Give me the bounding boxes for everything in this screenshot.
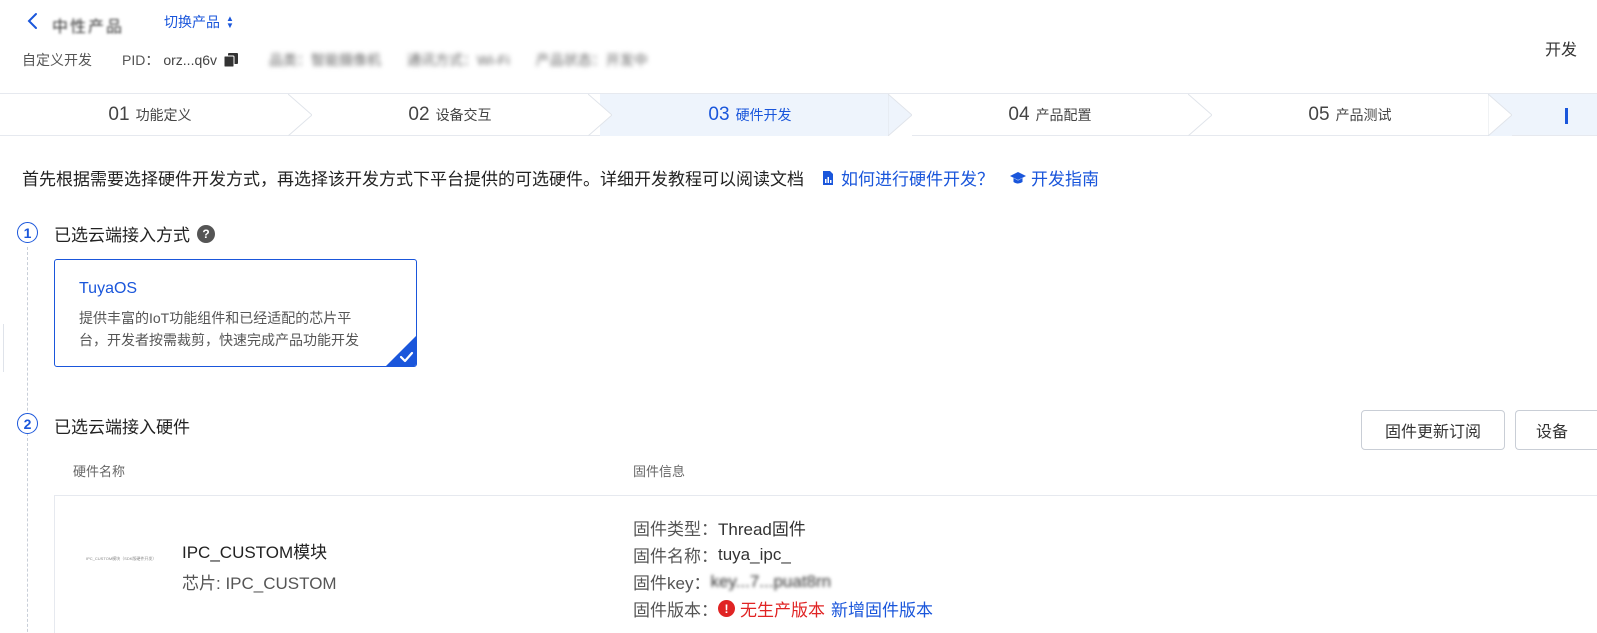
firmware-type-row: 固件类型： Thread固件 — [633, 515, 806, 540]
step-label: 设备交互 — [435, 107, 492, 123]
module-thumbnail: IPC_CUSTOM模块（SDK版硬件开发） — [86, 556, 157, 561]
step-label: 产品配置 — [1035, 107, 1092, 123]
no-production-version-text: 无生产版本 — [740, 601, 825, 620]
dev-guide-link[interactable]: 开发指南 — [1010, 165, 1099, 190]
section-cloud-access-method: 已选云端接入方式 ? — [54, 221, 215, 246]
module-chip: 芯片: IPC_CUSTOM — [182, 574, 337, 593]
warning-icon: ! — [718, 600, 735, 617]
card-title: TuyaOS — [79, 280, 138, 297]
card-description: 提供丰富的IoT功能组件和已经适配的芯片平台，开发者按需裁剪，快速完成产品功能开… — [79, 310, 359, 348]
step-number: 03 — [708, 104, 730, 125]
product-meta-row: 自定义开发 PID： orz...q6v 品类：智能摄像机 通讯方式：Wi-Fi… — [22, 50, 674, 70]
step-device-interaction[interactable]: 02 设备交互 — [300, 94, 612, 136]
firmware-type-value: Thread固件 — [718, 520, 806, 539]
left-drawer-handle[interactable] — [0, 324, 4, 372]
step-next-marker — [1565, 108, 1568, 124]
step-chevron-icon — [288, 94, 312, 136]
step-hardware-development[interactable]: 03 硬件开发 — [600, 94, 912, 136]
step-product-configuration[interactable]: 04 产品配置 — [900, 94, 1212, 136]
dev-guide-label: 开发指南 — [1031, 170, 1099, 189]
meta-protocol: 通讯方式：Wi-Fi — [407, 52, 510, 68]
step-number: 01 — [108, 104, 130, 125]
switch-product-label: 切换产品 — [164, 14, 220, 30]
timeline-dashed-line — [27, 247, 28, 633]
firmware-key-row: 固件key： key...7...puat8rn — [633, 569, 831, 594]
category-tag: 自定义开发 — [22, 52, 92, 68]
firmware-name-row: 固件名称： tuya_ipc_ — [633, 542, 791, 567]
top-right-link[interactable]: 开发 — [1545, 36, 1577, 60]
meta-status: 产品状态：开发中 — [535, 52, 648, 68]
step-function-definition[interactable]: 01 功能定义 — [0, 94, 312, 136]
steps-bar: 01 功能定义 02 设备交互 03 硬件开发 04 产品配置 05 产品测试 — [0, 94, 1597, 136]
step-number: 05 — [1308, 104, 1330, 125]
step-next-partial[interactable] — [1500, 94, 1597, 135]
sort-arrows-icon: ▲ ▼ — [226, 14, 234, 30]
how-to-develop-link[interactable]: 如何进行硬件开发？ — [820, 165, 994, 190]
step-chevron-icon — [888, 94, 912, 136]
step-label: 产品测试 — [1335, 107, 1392, 123]
section-cloud-access-hardware: 已选云端接入硬件 — [54, 413, 190, 438]
step-label: 硬件开发 — [735, 107, 792, 123]
switch-product-button[interactable]: 切换产品 ▲ ▼ — [164, 12, 234, 32]
step-label: 功能定义 — [135, 107, 192, 123]
step-number: 02 — [408, 104, 430, 125]
firmware-key-label: 固件key： — [633, 574, 711, 593]
add-firmware-version-link[interactable]: 新增固件版本 — [831, 596, 933, 621]
step-circle-1: 1 — [17, 222, 38, 243]
firmware-type-label: 固件类型： — [633, 520, 718, 539]
step-product-testing[interactable]: 05 产品测试 — [1200, 94, 1512, 136]
back-arrow-icon[interactable] — [22, 10, 44, 32]
step-circle-2: 2 — [17, 413, 38, 434]
section-title-text: 已选云端接入方式 — [54, 226, 190, 245]
device-button[interactable]: 设备 — [1515, 410, 1597, 450]
module-name: IPC_CUSTOM模块 — [182, 543, 328, 562]
step-number: 04 — [1008, 104, 1030, 125]
column-header-hardware-name: 硬件名称 — [73, 464, 126, 479]
firmware-name-value: tuya_ipc_ — [718, 544, 791, 564]
help-icon[interactable]: ? — [197, 224, 215, 243]
step-chevron-icon — [588, 94, 612, 136]
firmware-update-subscribe-button[interactable]: 固件更新订阅 — [1361, 410, 1505, 450]
section-title-text: 已选云端接入硬件 — [54, 418, 190, 437]
instruction-text: 首先根据需要选择硬件开发方式，再选择该开发方式下平台提供的可选硬件。详细开发教程… — [22, 170, 804, 189]
product-name: 中性产品 — [52, 19, 125, 36]
graduation-cap-icon — [1010, 171, 1026, 183]
firmware-name-label: 固件名称： — [633, 547, 718, 566]
instruction-row: 首先根据需要选择硬件开发方式，再选择该开发方式下平台提供的可选硬件。详细开发教程… — [22, 165, 1099, 190]
tuyaos-card[interactable]: TuyaOS 提供丰富的IoT功能组件和已经适配的芯片平台，开发者按需裁剪，快速… — [54, 259, 417, 367]
meta-category: 品类：智能摄像机 — [269, 52, 382, 68]
copy-icon[interactable] — [223, 52, 239, 68]
firmware-version-label: 固件版本： — [633, 601, 718, 620]
selected-check-icon — [386, 336, 416, 366]
pid-value: orz...q6v — [163, 52, 218, 68]
step-chevron-icon — [1488, 94, 1512, 136]
column-header-firmware-info: 固件信息 — [633, 464, 686, 479]
step-chevron-icon — [1188, 94, 1212, 136]
firmware-version-row: 固件版本： ! 无生产版本 新增固件版本 — [633, 596, 933, 621]
document-icon — [823, 170, 833, 185]
how-to-develop-label: 如何进行硬件开发？ — [841, 170, 994, 189]
pid-label: PID： — [122, 52, 160, 68]
firmware-key-value: key...7...puat8rn — [710, 571, 832, 591]
